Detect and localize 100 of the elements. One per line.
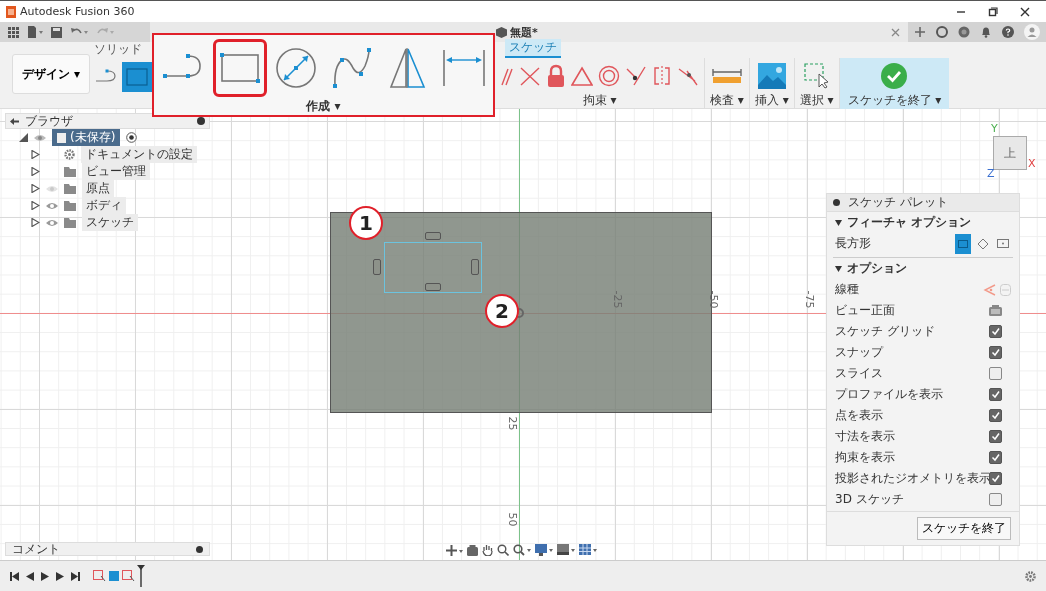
collapse-icon[interactable] [10, 117, 19, 125]
concentric-circles-icon[interactable] [598, 65, 620, 87]
create-menu-label[interactable]: 作成 ▾ [306, 98, 341, 115]
visual-style-icon[interactable] [557, 544, 575, 556]
close-icon[interactable] [1020, 6, 1030, 17]
extensions-icon[interactable] [958, 26, 970, 38]
next-icon[interactable] [56, 571, 64, 581]
checkbox[interactable] [989, 472, 1002, 485]
grid-menu-icon[interactable] [8, 26, 19, 38]
first-frame-icon[interactable] [10, 571, 19, 581]
checkbox[interactable] [989, 346, 1002, 359]
close-tab-icon[interactable] [891, 27, 900, 37]
job-status-icon[interactable] [936, 26, 948, 38]
expander-icon[interactable] [31, 184, 40, 193]
checkmark-icon [991, 390, 1000, 399]
pin-icon[interactable] [196, 545, 203, 553]
coincident-icon[interactable] [625, 65, 647, 87]
checkbox[interactable] [989, 388, 1002, 401]
folder-icon [64, 217, 76, 228]
pin-icon[interactable] [833, 199, 840, 206]
sketch-feature-icon[interactable] [122, 570, 135, 582]
sketch-feature-icon[interactable] [93, 570, 106, 582]
pan-icon[interactable] [482, 544, 493, 556]
document-tab[interactable]: 無題* [510, 24, 538, 40]
expander-icon[interactable] [19, 133, 28, 142]
expander-icon[interactable] [31, 201, 40, 210]
triangle-icon[interactable] [571, 66, 593, 86]
ribbon-tab[interactable]: ソリッド [90, 41, 146, 58]
radio-icon[interactable] [126, 132, 138, 143]
checkbox[interactable] [989, 493, 1002, 506]
zoom-window-icon[interactable] [513, 544, 531, 556]
select-icon[interactable] [803, 63, 830, 89]
ribbon-tab[interactable]: スケッチ [505, 39, 561, 58]
previous-icon[interactable] [26, 571, 34, 581]
create-tool-button[interactable] [212, 39, 267, 97]
avatar-icon[interactable] [1024, 24, 1040, 40]
measure-icon[interactable] [711, 66, 742, 86]
checkbox[interactable] [989, 409, 1002, 422]
group-label[interactable]: 検査 ▾ [710, 92, 744, 109]
eye-icon[interactable] [46, 201, 58, 210]
look-at-icon[interactable] [467, 544, 478, 556]
rectangle-type-button[interactable] [955, 233, 971, 254]
mirror-icon [387, 47, 428, 89]
bell-icon[interactable] [980, 26, 992, 38]
cube-icon [496, 26, 507, 38]
timeline-marker-icon[interactable] [137, 565, 145, 587]
axis-label: X [1028, 157, 1036, 170]
restore-icon[interactable] [988, 6, 998, 17]
expander-icon[interactable] [31, 167, 40, 176]
look-at-icon[interactable] [989, 305, 1002, 316]
help-icon[interactable] [1002, 26, 1014, 38]
checkbox[interactable] [989, 430, 1002, 443]
section-title[interactable]: フィーチャ オプション [847, 214, 972, 231]
checkmark-icon[interactable] [880, 62, 909, 90]
extrude-feature-icon[interactable] [108, 570, 120, 582]
group-label[interactable]: 選択 ▾ [799, 92, 834, 109]
save-icon[interactable] [51, 26, 62, 38]
expander-icon[interactable] [31, 218, 40, 227]
finish-sketch-button[interactable]: スケッチを終了 [917, 517, 1011, 540]
checkmark-icon [991, 474, 1000, 483]
perpendicular-icon[interactable] [519, 65, 541, 87]
display-settings-icon[interactable] [535, 544, 553, 556]
workspace-dropdown[interactable]: デザイン ▾ [12, 54, 90, 94]
checkmark-icon [991, 411, 1000, 420]
tree-item[interactable]: スケッチ [82, 214, 138, 231]
group-label[interactable]: 拘束 ▾ [582, 92, 617, 109]
pin-icon[interactable] [197, 117, 205, 125]
play-icon[interactable] [41, 571, 49, 581]
option-label: 3D スケッチ [835, 491, 905, 508]
group-label[interactable]: 挿入 ▾ [754, 92, 789, 109]
panel-title: スケッチ パレット [848, 194, 948, 211]
axis-tick-label: -75 [803, 290, 817, 309]
folder-icon [64, 166, 76, 177]
grid-settings-icon[interactable] [579, 544, 597, 556]
orbit-icon[interactable] [446, 544, 463, 556]
eye-icon[interactable] [46, 218, 58, 227]
tree-item[interactable]: ドキュメントの設定 [81, 146, 197, 163]
tree-item[interactable]: ビュー管理 [82, 163, 150, 180]
last-frame-icon[interactable] [71, 571, 80, 581]
checkbox[interactable] [989, 367, 1002, 380]
tree-item[interactable]: ボディ [82, 197, 126, 214]
image-icon[interactable] [757, 63, 786, 89]
view-cube[interactable]: 上 [993, 136, 1027, 170]
component-label[interactable]: (未保存) [52, 129, 121, 146]
file-icon[interactable] [27, 26, 43, 38]
checkbox[interactable] [989, 325, 1002, 338]
section-toggle-icon[interactable] [835, 265, 842, 272]
section-toggle-icon[interactable] [835, 219, 842, 226]
plus-icon[interactable] [914, 26, 926, 38]
expander-icon[interactable] [31, 150, 40, 159]
zoom-icon[interactable] [497, 544, 509, 556]
option-label: 点を表示 [835, 407, 884, 424]
checkbox[interactable] [989, 451, 1002, 464]
settings-icon[interactable] [1025, 570, 1036, 582]
eye-icon[interactable] [34, 133, 46, 142]
option-label: スナップ [835, 344, 885, 361]
lock-icon[interactable] [546, 64, 566, 88]
rectangle-icon [958, 239, 968, 248]
section-title[interactable]: オプション [847, 260, 907, 277]
tree-item[interactable]: 原点 [82, 180, 114, 197]
